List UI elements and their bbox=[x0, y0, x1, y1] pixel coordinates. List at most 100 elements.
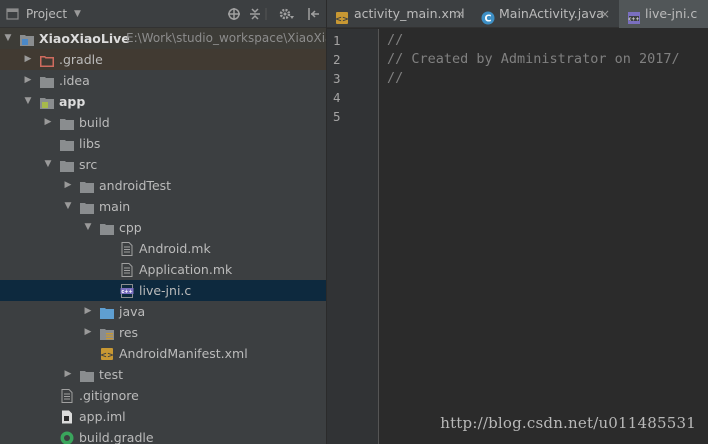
tab-label: MainActivity.java bbox=[499, 6, 604, 21]
project-folder-icon bbox=[20, 32, 34, 46]
line-number: 1 bbox=[333, 33, 341, 48]
resource-folder-icon bbox=[100, 326, 114, 340]
tree-item-cpp[interactable]: ▼ cpp bbox=[0, 217, 326, 238]
tree-item-label: androidTest bbox=[99, 178, 172, 193]
code-line[interactable]: // bbox=[387, 69, 403, 88]
folder-icon bbox=[80, 368, 94, 382]
tab-live-jni-c[interactable]: c++ live-jni.c bbox=[619, 0, 708, 28]
tree-item-app[interactable]: ▼ app bbox=[0, 91, 326, 112]
folder-icon bbox=[60, 158, 74, 172]
tree-item-label: AndroidManifest.xml bbox=[119, 346, 248, 361]
project-tool-window: Project ▼ ▼ XiaoXiaoLive E:\Work\studio_wo… bbox=[0, 0, 326, 444]
tree-item-label: test bbox=[99, 367, 124, 382]
excluded-folder-icon bbox=[40, 53, 54, 67]
tree-item-build-gradle[interactable]: build.gradle bbox=[0, 427, 326, 444]
tree-item-main[interactable]: ▼ main bbox=[0, 196, 326, 217]
xml-file-icon: <> bbox=[100, 347, 114, 360]
editor-tab-bar: <> activity_main.xml × C MainActivity.ja… bbox=[327, 0, 708, 28]
line-number: 5 bbox=[333, 109, 341, 124]
collapsed-arrow-icon[interactable]: ▶ bbox=[22, 70, 34, 91]
folder-icon bbox=[80, 200, 94, 214]
collapse-icon[interactable] bbox=[248, 0, 262, 28]
collapsed-arrow-icon[interactable]: ▶ bbox=[62, 364, 74, 385]
code-line[interactable]: // Created by Administrator on 2017/ bbox=[387, 50, 680, 69]
project-path: E:\Work\studio_workspace\XiaoXiaoLive bbox=[126, 31, 326, 45]
svg-text:<>: <> bbox=[335, 15, 348, 24]
tree-item-idea[interactable]: ▶ .idea bbox=[0, 70, 326, 91]
tree-item-res[interactable]: ▶ res bbox=[0, 322, 326, 343]
folder-icon bbox=[80, 179, 94, 193]
expand-arrow-icon[interactable]: ▼ bbox=[82, 217, 94, 238]
tree-item-label: res bbox=[119, 325, 139, 340]
tree-item-label: cpp bbox=[119, 220, 142, 235]
collapsed-arrow-icon[interactable]: ▶ bbox=[82, 322, 94, 343]
tree-item-src[interactable]: ▼ src bbox=[0, 154, 326, 175]
collapsed-arrow-icon[interactable]: ▶ bbox=[82, 301, 94, 322]
svg-text:c++: c++ bbox=[121, 289, 132, 295]
target-icon[interactable] bbox=[227, 0, 241, 28]
tree-item-label: src bbox=[79, 157, 98, 172]
expand-arrow-icon[interactable]: ▼ bbox=[62, 196, 74, 217]
code-content[interactable]: //// Created by Administrator on 2017/// bbox=[387, 29, 708, 444]
tree-item-gradle[interactable]: ▶ .gradle bbox=[0, 49, 326, 70]
tree-item-label: .gradle bbox=[59, 52, 103, 67]
tree-item-xiaoxiaolive[interactable]: ▼ XiaoXiaoLive E:\Work\studio_workspace\Xi… bbox=[0, 28, 326, 49]
view-dropdown-chevron-icon[interactable]: ▼ bbox=[74, 0, 81, 28]
tree-item-label: libs bbox=[79, 136, 101, 151]
tree-item-android-mk[interactable]: Android.mk bbox=[0, 238, 326, 259]
close-icon[interactable]: × bbox=[600, 0, 610, 28]
text-file-icon bbox=[120, 263, 134, 277]
source-folder-icon bbox=[100, 305, 114, 319]
line-number-gutter: 1 2 3 4 5 bbox=[327, 29, 379, 444]
tree-item-build[interactable]: ▶ build bbox=[0, 112, 326, 133]
tree-item-androidtest[interactable]: ▶ androidTest bbox=[0, 175, 326, 196]
tree-item-label: Android.mk bbox=[139, 241, 211, 256]
expand-arrow-icon[interactable]: ▼ bbox=[42, 154, 54, 175]
tree-item-label: build bbox=[79, 115, 110, 130]
c-file-icon: c++ bbox=[120, 284, 134, 298]
tree-item-live-jni-c[interactable]: c++ live-jni.c bbox=[0, 280, 326, 301]
gear-icon[interactable] bbox=[278, 0, 294, 28]
module-folder-icon bbox=[40, 95, 54, 109]
collapsed-arrow-icon[interactable]: ▶ bbox=[22, 49, 34, 70]
class-c-icon: C bbox=[481, 7, 495, 25]
tree-item-test[interactable]: ▶ test bbox=[0, 364, 326, 385]
project-toolbar: Project ▼ bbox=[0, 0, 326, 28]
close-icon[interactable]: × bbox=[455, 0, 465, 28]
svg-text:C: C bbox=[485, 14, 492, 25]
code-line[interactable]: // bbox=[387, 31, 403, 50]
folder-icon bbox=[40, 74, 54, 88]
tree-item-libs[interactable]: libs bbox=[0, 133, 326, 154]
project-view-icon[interactable] bbox=[6, 0, 20, 28]
folder-icon bbox=[60, 116, 74, 130]
tree-item-label: build.gradle bbox=[79, 430, 154, 444]
tree-item-app-iml[interactable]: app.iml bbox=[0, 406, 326, 427]
xml-file-icon: <> bbox=[335, 7, 349, 24]
gradle-file-icon bbox=[60, 431, 74, 444]
line-number: 2 bbox=[333, 52, 341, 67]
tree-item-label: .idea bbox=[59, 73, 90, 88]
collapsed-arrow-icon[interactable]: ▶ bbox=[62, 175, 74, 196]
project-view-title[interactable]: Project bbox=[26, 0, 67, 28]
tree-item-java[interactable]: ▶ java bbox=[0, 301, 326, 322]
line-number: 3 bbox=[333, 71, 341, 86]
tree-item-label: app.iml bbox=[79, 409, 126, 424]
iml-file-icon bbox=[60, 410, 74, 424]
tree-item-application-mk[interactable]: Application.mk bbox=[0, 259, 326, 280]
tree-item-gitignore[interactable]: .gitignore bbox=[0, 385, 326, 406]
text-file-icon bbox=[120, 242, 134, 256]
expand-arrow-icon[interactable]: ▼ bbox=[22, 91, 34, 112]
tab-activity-main-xml[interactable]: <> activity_main.xml × bbox=[327, 0, 473, 28]
c-file-icon: c++ bbox=[627, 7, 641, 24]
folder-icon bbox=[100, 221, 114, 235]
svg-text:<>: <> bbox=[100, 351, 113, 360]
expand-arrow-icon[interactable]: ▼ bbox=[2, 28, 14, 49]
tab-mainactivity-java[interactable]: C MainActivity.java × bbox=[473, 0, 619, 28]
tree-item-label: java bbox=[119, 304, 146, 319]
tab-label: live-jni.c bbox=[645, 6, 698, 21]
line-number: 4 bbox=[333, 90, 341, 105]
tree-item-androidmanifest-xml[interactable]: <> AndroidManifest.xml bbox=[0, 343, 326, 364]
collapsed-arrow-icon[interactable]: ▶ bbox=[42, 112, 54, 133]
tree-item-label: live-jni.c bbox=[139, 283, 192, 298]
hide-icon[interactable] bbox=[306, 0, 320, 28]
